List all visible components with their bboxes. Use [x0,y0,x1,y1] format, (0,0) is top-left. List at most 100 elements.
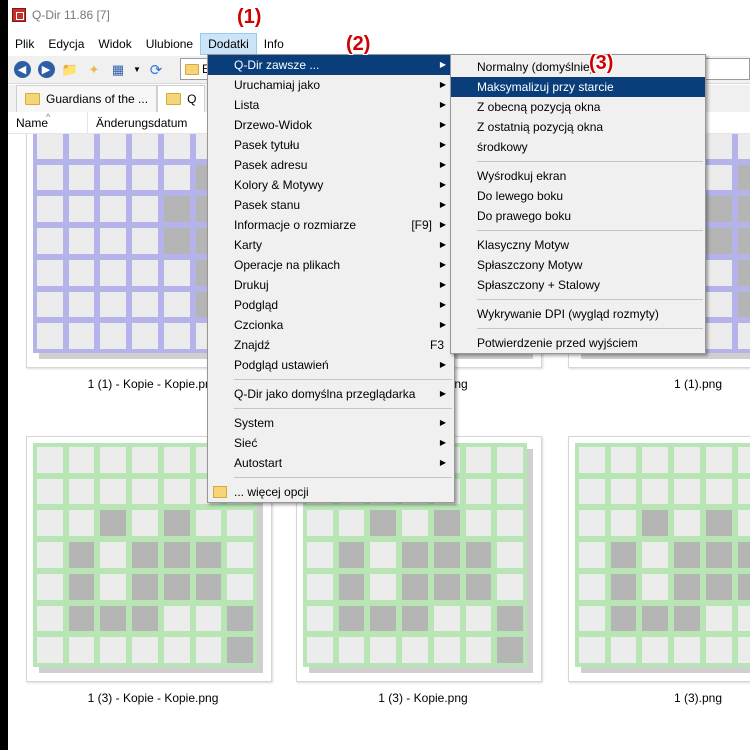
menu-item-podglad[interactable]: Podgląd ▶ [208,295,454,315]
menu-item-znajdz[interactable]: Znajdź F3 [208,335,454,355]
menu-item-pasek-stanu[interactable]: Pasek stanu ▶ [208,195,454,215]
submenu-item-wysrodkuj-ekran[interactable]: Wyśrodkuj ekran [451,166,705,186]
submenu-item-potwierdzenie[interactable]: Potwierdzenie przed wyjściem [451,333,705,353]
submenu-item-splaszczony-stalowy[interactable]: Spłaszczony + Stalowy [451,275,705,295]
tab-q[interactable]: Q [157,85,206,112]
menu-item-autostart[interactable]: Autostart ▶ [208,453,454,473]
tab-label: Guardians of the ... [46,92,149,106]
chevron-right-icon: ▶ [439,140,446,149]
board-cell [674,510,700,537]
menu-item-siec[interactable]: Sieć ▶ [208,433,454,453]
board-cell [705,228,732,254]
board-cell [163,510,190,537]
board-cell [68,605,95,632]
shortcut-label: F3 [429,338,444,352]
board-cell [68,259,95,286]
menu-item-informacje-rozmiar[interactable]: Informacje o rozmiarze [F9] ▶ [208,215,454,235]
board-cell [610,605,637,632]
menu-item-pasek-tytulu[interactable]: Pasek tytułu ▶ [208,135,454,155]
board-cell [132,542,158,568]
submenu-item-wykrywanie-dpi[interactable]: Wykrywanie DPI (wygląd rozmyty) [451,304,705,324]
file-thumbnail[interactable] [568,436,750,682]
file-name[interactable]: 1 (1).png [563,377,750,391]
board-cell [227,510,253,537]
column-name[interactable]: ^ Name [8,112,88,134]
menu-item-kolory-motywy[interactable]: Kolory & Motywy ▶ [208,175,454,195]
board-cell [163,478,190,505]
refresh-button[interactable]: ⟳ [146,60,166,80]
menu-item-domyslna-przegladarka[interactable]: Q-Dir jako domyślna przeglądarka ▶ [208,384,454,404]
board-cell [465,510,492,537]
menu-item-label: Drukuj [234,278,269,292]
menu-item-label: Pasek adresu [234,158,308,172]
menu-plik[interactable]: Plik [8,33,41,55]
view-mode-button[interactable]: ▦ [108,60,128,80]
menu-item-uruchamiaj-jako[interactable]: Uruchamiaj jako ▶ [208,75,454,95]
menu-item-drzewo-widok[interactable]: Drzewo-Widok ▶ [208,115,454,135]
board-cell [132,196,158,223]
submenu-item-maksymalizuj[interactable]: Maksymalizuj przy starcie [451,77,705,97]
submenu-item-prawy-bok[interactable]: Do prawego boku [451,206,705,226]
up-folder-icon: 📁 [61,61,79,77]
menu-item-pasek-adresu[interactable]: Pasek adresu ▶ [208,155,454,175]
board-cell [610,510,637,537]
window-title: Q-Dir 11.86 [7] [32,8,110,22]
view-mode-dropdown[interactable]: ▼ [132,60,142,80]
submenu-item-klasyczny-motyw[interactable]: Klasyczny Motyw [451,235,705,255]
menu-item-label: Kolory & Motywy [234,178,324,192]
submenu-item-obecna-pozycja[interactable]: Z obecną pozycją okna [451,97,705,117]
submenu-item-splaszczony-motyw[interactable]: Spłaszczony Motyw [451,255,705,275]
tab-guardians[interactable]: Guardians of the ... [16,85,158,112]
qdir-app-icon[interactable] [12,8,26,22]
chevron-right-icon: ▶ [439,300,446,309]
board-cell [132,447,158,473]
menu-item-drukuj[interactable]: Drukuj ▶ [208,275,454,295]
board-cell [433,510,460,537]
tab-label: Q [187,92,197,106]
board-cell [338,573,365,600]
menu-item-label: Czcionka [234,318,284,332]
board-cell [100,228,127,254]
file-name[interactable]: 1 (3) - Kopie - Kopie.png [18,691,288,705]
menu-item-operacje-plikach[interactable]: Operacje na plikach ▶ [208,255,454,275]
menu-edycja[interactable]: Edycja [41,33,91,55]
menu-item-label: Lista [234,98,260,112]
board-cell [100,510,127,537]
back-button[interactable]: ◀ [12,60,32,80]
new-folder-button[interactable]: ✦ [84,60,104,80]
submenu-item-ostatnia-pozycja[interactable]: Z ostatnią pozycją okna [451,117,705,137]
board-cell [737,637,750,663]
menu-item-podglad-ustawien[interactable]: Podgląd ustawień ▶ [208,355,454,375]
board-cell [674,605,700,632]
up-folder-button[interactable]: 📁 [60,60,80,80]
chevron-right-icon: ▶ [439,60,446,69]
menu-item-system[interactable]: System ▶ [208,413,454,433]
menu-ulubione[interactable]: Ulubione [139,33,200,55]
menu-info[interactable]: Info [257,33,291,55]
board-cell [68,447,95,473]
submenu-item-srodkowy[interactable]: środkowy [451,137,705,157]
file-name[interactable]: 1 (3) - Kopie.png [288,691,558,705]
menu-item-karty[interactable]: Karty ▶ [208,235,454,255]
menu-item-lista[interactable]: Lista ▶ [208,95,454,115]
forward-button[interactable]: ▶ [36,60,56,80]
board-cell [68,510,95,537]
board-cell [132,323,158,349]
menu-item-qdir-zawsze[interactable]: Q-Dir zawsze ... ▶ [208,55,454,75]
menu-item-label: Informacje o rozmiarze [234,218,357,232]
board-cell [705,259,732,286]
board-cell [705,323,732,349]
menu-separator [477,328,703,329]
menu-widok[interactable]: Widok [91,33,138,55]
file-name[interactable]: 1 (3).png [563,691,750,705]
address-bar-end[interactable] [704,58,750,80]
submenu-item-normalny[interactable]: Normalny (domyślnie) [451,57,705,77]
menu-item-wiecej-opcji[interactable]: ... więcej opcji [208,482,454,502]
board-cell [132,573,158,600]
submenu-item-lewy-bok[interactable]: Do lewego boku [451,186,705,206]
board-cell [610,447,637,473]
menu-dodatki[interactable]: Dodatki [200,33,257,55]
menu-item-czcionka[interactable]: Czcionka ▶ [208,315,454,335]
chevron-right-icon: ▶ [439,458,446,467]
board-cell [610,478,637,505]
